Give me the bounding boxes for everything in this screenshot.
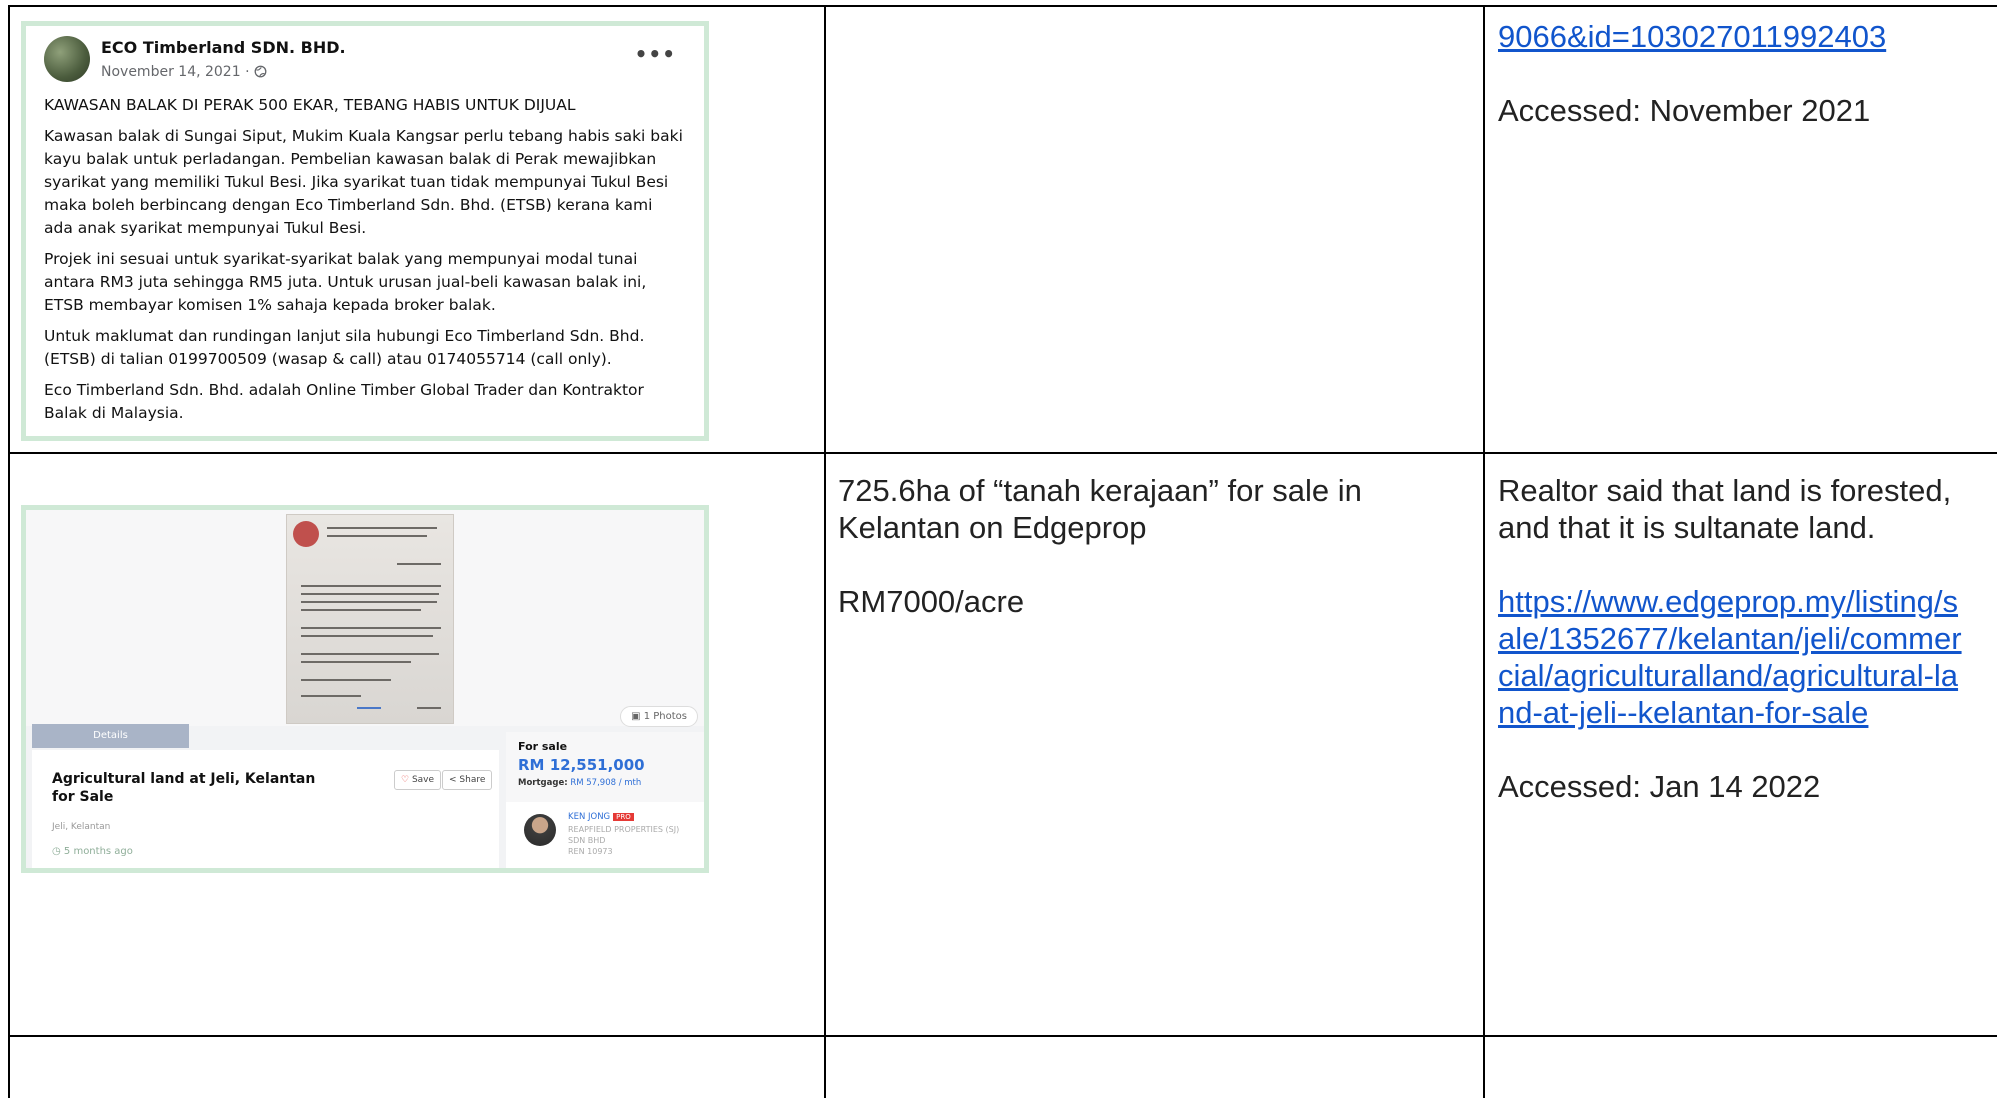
column-divider — [1483, 6, 1485, 1098]
page-name: ECO Timberland SDN. BHD. — [101, 38, 346, 57]
page-avatar — [44, 36, 90, 82]
listing-posted-time: ◷ 5 months ago — [52, 846, 133, 857]
column-divider — [824, 6, 826, 1098]
share-icon: < — [449, 775, 457, 785]
photos-count-button[interactable]: ▣ 1 Photos — [620, 706, 698, 727]
row1-source-cell: 9066&id=103027011992403 Accessed: Novemb… — [1498, 18, 1988, 129]
for-sale-label: For sale — [518, 740, 568, 753]
post-paragraph: Eco Timberland Sdn. Bhd. adalah Online T… — [44, 381, 644, 422]
row-divider — [8, 452, 1997, 454]
mortgage-value[interactable]: RM 57,908 / mth — [570, 778, 641, 788]
facebook-post-screenshot: ECO Timberland SDN. BHD. November 14, 20… — [21, 21, 709, 441]
tab-details[interactable]: Details — [32, 724, 189, 748]
agent-company: REAPFIELD PROPERTIES (SJ) SDN BHD REN 10… — [568, 824, 698, 857]
listing-summary: Agricultural land at Jeli, Kelantan for … — [32, 750, 499, 868]
post-paragraph: Kawasan balak di Sungai Siput, Mukim Kua… — [44, 127, 683, 237]
row2-source-cell: Realtor said that land is forested, and … — [1498, 472, 1990, 805]
post-paragraph: Projek ini sesuai untuk syarikat-syarika… — [44, 250, 647, 314]
pro-badge: PRO — [613, 813, 634, 821]
listing-location: Jeli, Kelantan — [52, 822, 111, 832]
agent-name: KEN JONG PRO — [568, 812, 634, 822]
clock-icon: ◷ — [52, 846, 64, 857]
agent-name-text: KEN JONG — [568, 812, 611, 822]
agent-company-name: REAPFIELD PROPERTIES (SJ) SDN BHD — [568, 825, 680, 845]
post-date-text: November 14, 2021 · — [101, 64, 254, 80]
edgeprop-listing-screenshot: ▣ 1 Photos Details Agricultural land at … — [21, 505, 709, 873]
listing-price: RM 12,551,000 — [518, 756, 645, 774]
source-link-line: https://www.edgeprop.my/listing/s — [1498, 584, 1959, 619]
listing-title: Agricultural land at Jeli, Kelantan for … — [52, 771, 316, 805]
document-photo — [286, 514, 454, 724]
save-button[interactable]: ♡ Save — [394, 770, 442, 790]
photos-count: 1 Photos — [643, 711, 687, 722]
price-panel: For sale RM 12,551,000 Mortgage: RM 57,9… — [506, 732, 704, 868]
source-link-line: cial/agriculturalland/agricultural-la — [1498, 658, 1959, 693]
posted-text: 5 months ago — [63, 846, 133, 857]
price-per-acre: RM7000/acre — [838, 584, 1025, 619]
realtor-note: Realtor said that land is forested, and … — [1498, 473, 1952, 545]
image-icon: ▣ — [631, 711, 644, 722]
accessed-date: Accessed: November 2021 — [1498, 93, 1871, 128]
agent-avatar — [524, 814, 556, 846]
table-left-border — [8, 6, 10, 1098]
share-button[interactable]: < Share — [442, 770, 493, 790]
more-options-icon[interactable]: ••• — [635, 42, 676, 66]
post-date: November 14, 2021 · — [101, 64, 267, 80]
source-link[interactable]: 9066&id=103027011992403 — [1498, 18, 1988, 55]
post-paragraph: Untuk maklumat dan rundingan lanjut sila… — [44, 327, 645, 368]
save-label: Save — [411, 775, 435, 785]
source-link[interactable]: https://www.edgeprop.my/listing/s ale/13… — [1498, 583, 1990, 731]
listing-photo-area: ▣ 1 Photos — [26, 510, 704, 727]
agent-ren: REN 10973 — [568, 847, 613, 856]
source-link-line: nd-at-jeli--kelantan-for-sale — [1498, 695, 1869, 730]
table-top-border — [8, 5, 1997, 7]
globe-icon — [254, 65, 267, 78]
state-crest-icon — [293, 521, 319, 547]
agent-card[interactable]: KEN JONG PRO REAPFIELD PROPERTIES (SJ) SD… — [506, 802, 704, 868]
heart-icon: ♡ — [401, 775, 410, 785]
row-divider — [8, 1035, 1997, 1037]
listing-description: 725.6ha of “tanah kerajaan” for sale in … — [838, 473, 1362, 545]
mortgage-label: Mortgage: — [518, 778, 568, 788]
post-headline: KAWASAN BALAK DI PERAK 500 EKAR, TEBANG … — [44, 96, 576, 114]
accessed-date: Accessed: Jan 14 2022 — [1498, 769, 1821, 804]
source-link-line: ale/1352677/kelantan/jeli/commer — [1498, 621, 1962, 656]
share-label: Share — [459, 775, 486, 785]
mortgage-info: Mortgage: RM 57,908 / mth — [518, 778, 641, 788]
post-body: KAWASAN BALAK DI PERAK 500 EKAR, TEBANG … — [44, 94, 684, 433]
row2-description-cell: 725.6ha of “tanah kerajaan” for sale in … — [838, 472, 1478, 620]
